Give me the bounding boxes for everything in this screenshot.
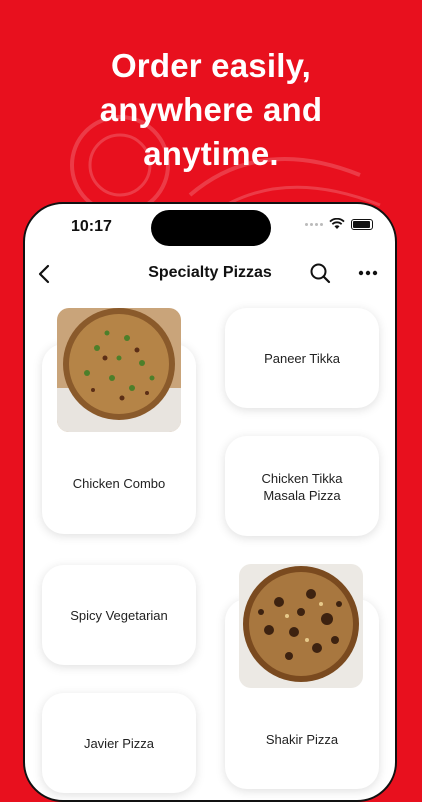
headline-line-3: anytime.	[143, 135, 279, 172]
headline-line-2: anywhere and	[99, 91, 323, 128]
dynamic-island	[151, 210, 271, 246]
product-card-javier-pizza[interactable]: Javier Pizza	[42, 693, 196, 793]
nav-bar: Specialty Pizzas	[25, 254, 395, 294]
cellular-signal-icon	[305, 222, 323, 226]
promo-headline: Order easily, anywhere and anytime.	[0, 44, 422, 176]
product-name: Chicken Combo	[72, 476, 166, 491]
more-options-icon[interactable]	[355, 260, 381, 286]
product-name: Javier Pizza	[83, 736, 155, 751]
product-name: Chicken Tikka Masala Pizza	[261, 471, 343, 503]
wifi-icon	[329, 218, 345, 229]
status-time: 10:17	[71, 218, 112, 235]
product-card-chicken-tikka-masala[interactable]: Chicken Tikka Masala Pizza	[225, 436, 379, 536]
battery-icon	[351, 218, 373, 230]
product-image-chicken-combo[interactable]	[57, 308, 181, 432]
phone-frame: 10:17 Specialty Pizzas Chicken Combo Pan…	[23, 202, 397, 802]
product-name: Spicy Vegetarian	[70, 608, 168, 623]
status-icons	[305, 218, 373, 230]
product-card-spicy-vegetarian[interactable]: Spicy Vegetarian	[42, 565, 196, 665]
page-title: Specialty Pizzas	[148, 264, 272, 281]
product-name: Paneer Tikka	[264, 351, 340, 366]
product-name: Shakir Pizza	[265, 732, 339, 747]
search-icon[interactable]	[307, 260, 333, 286]
headline-line-1: Order easily,	[110, 47, 312, 84]
product-image-shakir-pizza[interactable]	[239, 564, 363, 688]
product-card-paneer-tikka[interactable]: Paneer Tikka	[225, 308, 379, 408]
